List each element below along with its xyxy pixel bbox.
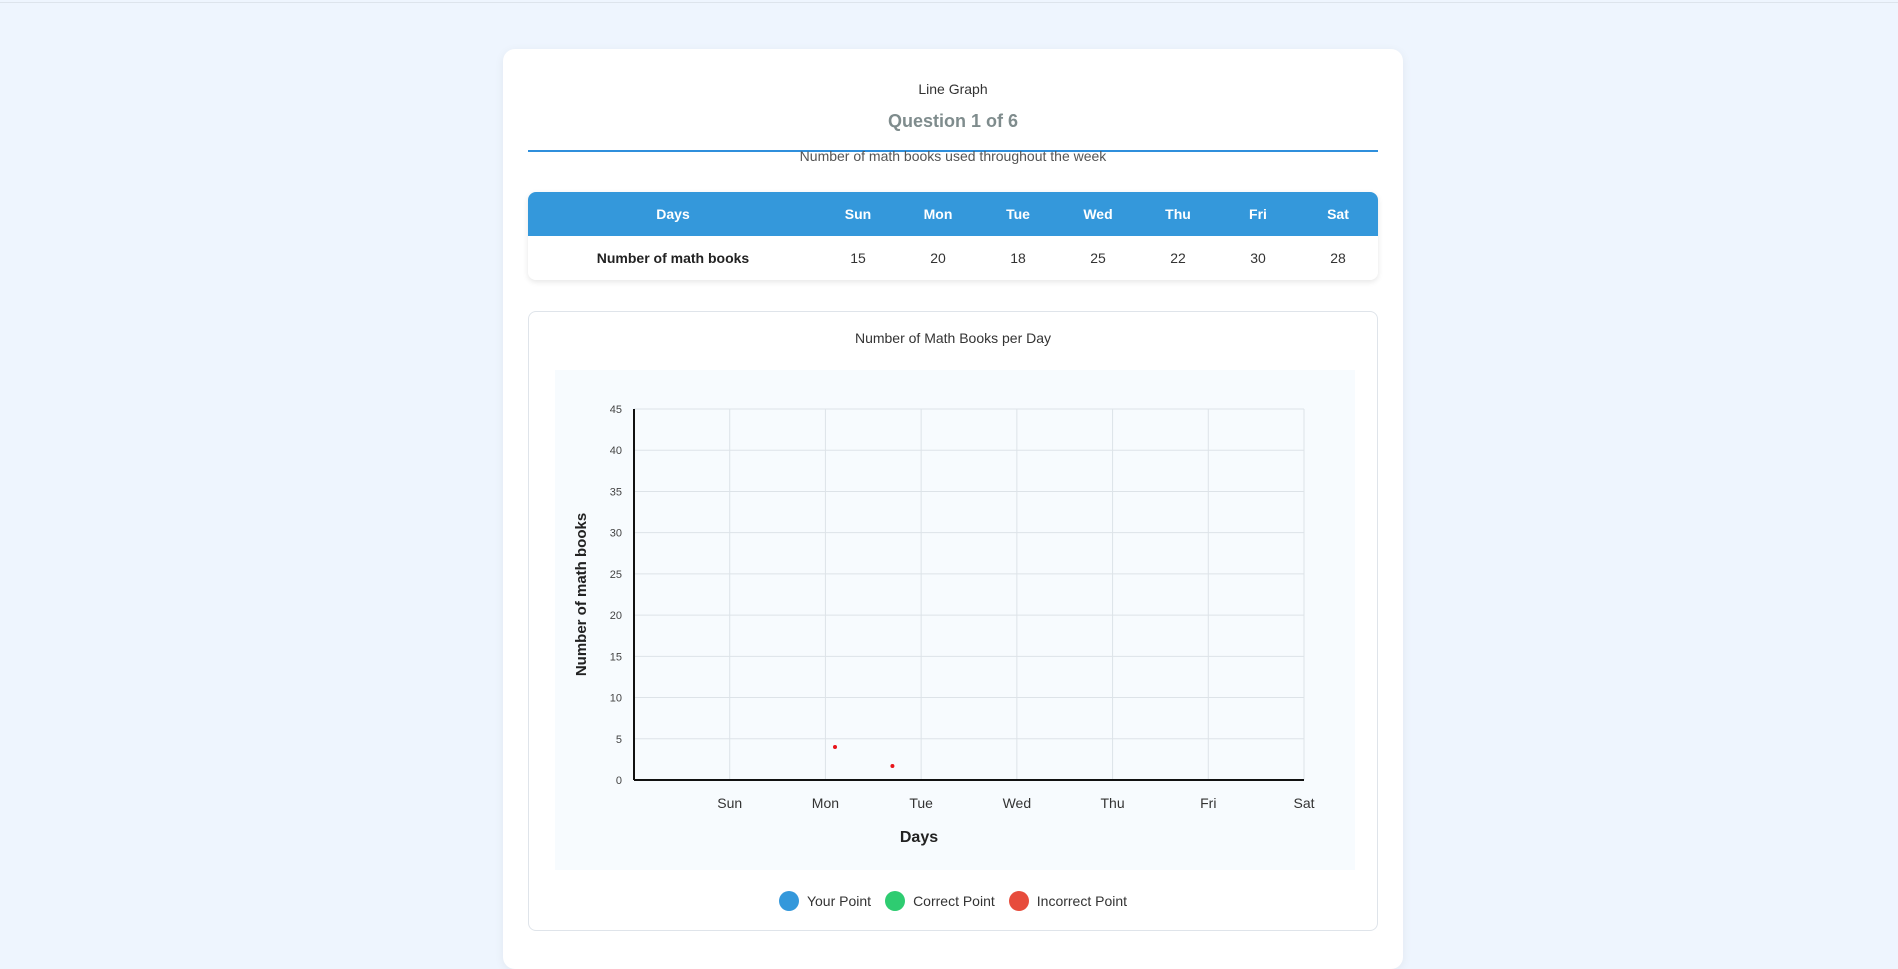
table-header-day: Tue xyxy=(978,192,1058,236)
x-tick-label: Thu xyxy=(1101,795,1125,811)
legend-item-your-point: Your Point xyxy=(778,891,872,911)
top-divider xyxy=(0,2,1898,3)
legend-item-correct-point: Correct Point xyxy=(885,891,995,911)
table-header-day: Thu xyxy=(1138,192,1218,236)
x-tick-label: Sun xyxy=(717,795,742,811)
legend-label: Correct Point xyxy=(913,893,995,909)
table-row: Number of math books 15 20 18 25 22 30 2… xyxy=(528,236,1378,280)
x-axis-title: Days xyxy=(900,829,938,846)
x-tick-label: Mon xyxy=(812,795,839,811)
data-table: Days Sun Mon Tue Wed Thu Fri Sat Number … xyxy=(528,192,1378,280)
blue-dot-icon xyxy=(778,891,799,911)
x-tick-label: Sat xyxy=(1293,795,1314,811)
y-axis-title: Number of math books xyxy=(573,513,590,676)
x-tick-label: Wed xyxy=(1003,795,1032,811)
table-header-days: Days xyxy=(528,192,818,236)
table-header-row: Days Sun Mon Tue Wed Thu Fri Sat xyxy=(528,192,1378,236)
y-tick-label: 10 xyxy=(610,693,622,705)
tab-bar: Line Graph xyxy=(528,63,1378,152)
y-tick-label: 20 xyxy=(610,610,622,622)
table-row-label: Number of math books xyxy=(528,236,818,280)
table-header-day: Fri xyxy=(1218,192,1298,236)
question-card: Line Graph Question 1 of 6 Number of mat… xyxy=(503,49,1403,969)
legend-label: Your Point xyxy=(806,893,872,909)
legend-label: Incorrect Point xyxy=(1036,893,1128,909)
green-dot-icon xyxy=(885,891,906,911)
legend: Your Point Correct Point Incorrect Point xyxy=(529,890,1377,912)
table-cell: 30 xyxy=(1218,236,1298,280)
y-tick-label: 30 xyxy=(610,528,622,540)
graph-card: Number of Math Books per Day 0 5 10 15 20 25 3… xyxy=(528,311,1378,931)
graph-title: Number of Math Books per Day xyxy=(854,330,1052,346)
y-tick-label: 40 xyxy=(610,445,622,457)
question-prompt: Number of math books used throughout the… xyxy=(799,148,1107,164)
plotted-point xyxy=(833,745,837,750)
plot-area[interactable]: 0 5 10 15 20 25 30 35 40 45 Sun Mon Tue Wed Thu Fri Sat D… xyxy=(555,370,1355,870)
y-tick-label: 25 xyxy=(610,569,622,581)
table-header-day: Sat xyxy=(1298,192,1378,236)
y-tick-label: 45 xyxy=(610,404,622,416)
table-cell: 20 xyxy=(898,236,978,280)
table-cell: 22 xyxy=(1138,236,1218,280)
table-cell: 15 xyxy=(818,236,898,280)
line-graph-chart[interactable]: 0 5 10 15 20 25 30 35 40 45 Sun Mon Tue Wed Thu Fri Sat D… xyxy=(555,370,1355,870)
red-dot-icon xyxy=(1008,891,1029,911)
y-tick-label: 15 xyxy=(610,651,622,663)
table-header-day: Mon xyxy=(898,192,978,236)
y-tick-label: 35 xyxy=(610,486,622,498)
table-cell: 18 xyxy=(978,236,1058,280)
x-tick-label: Fri xyxy=(1200,795,1216,811)
question-counter: Question 1 of 6 xyxy=(887,111,1019,131)
table-header-day: Sun xyxy=(818,192,898,236)
x-tick-label: Tue xyxy=(909,795,933,811)
plotted-point xyxy=(890,763,895,768)
table-header-day: Wed xyxy=(1058,192,1138,236)
legend-item-incorrect-point: Incorrect Point xyxy=(1008,891,1128,911)
table-cell: 25 xyxy=(1058,236,1138,280)
y-tick-label: 5 xyxy=(616,734,622,746)
y-tick-label: 0 xyxy=(616,775,622,787)
table-cell: 28 xyxy=(1298,236,1378,280)
